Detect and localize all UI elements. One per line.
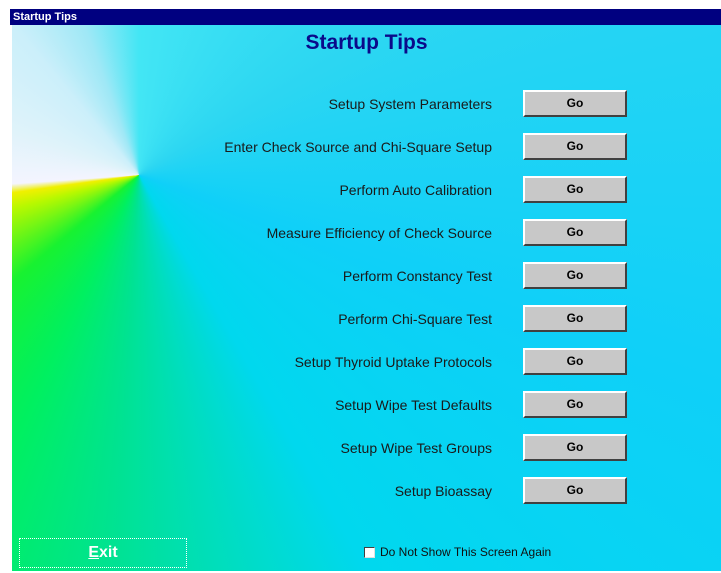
exit-button[interactable]: Exit (19, 538, 187, 568)
tip-label-thyroid-uptake: Setup Thyroid Uptake Protocols (294, 354, 492, 370)
go-button-thyroid-uptake[interactable]: Go (523, 348, 627, 375)
go-button-wipe-test-groups[interactable]: Go (523, 434, 627, 461)
tip-label-system-parameters: Setup System Parameters (328, 96, 492, 112)
window-title: Startup Tips (10, 9, 721, 25)
go-button-constancy-test[interactable]: Go (523, 262, 627, 289)
go-button-bioassay[interactable]: Go (523, 477, 627, 504)
dont-show-again-checkbox[interactable] (364, 546, 375, 558)
tip-label-bioassay: Setup Bioassay (394, 483, 492, 499)
startup-tips-window: Startup Tips Startup Tips Setup System P… (10, 0, 721, 573)
tip-label-constancy-test: Perform Constancy Test (342, 268, 492, 284)
go-button-measure-efficiency[interactable]: Go (523, 219, 627, 246)
tip-label-wipe-test-groups: Setup Wipe Test Groups (340, 440, 492, 456)
tip-label-wipe-test-defaults: Setup Wipe Test Defaults (335, 397, 492, 413)
go-button-system-parameters[interactable]: Go (523, 90, 627, 117)
tip-label-auto-calibration: Perform Auto Calibration (339, 182, 492, 198)
page-title: Startup Tips (305, 31, 428, 54)
dont-show-again-label: Do Not Show This Screen Again (380, 545, 552, 559)
go-button-chi-square-test[interactable]: Go (523, 305, 627, 332)
go-button-auto-calibration[interactable]: Go (523, 176, 627, 203)
go-button-check-source-chi-square[interactable]: Go (523, 133, 627, 160)
tip-label-measure-efficiency: Measure Efficiency of Check Source (266, 225, 492, 241)
tip-label-check-source-chi-square: Enter Check Source and Chi-Square Setup (224, 139, 492, 155)
tip-label-chi-square-test: Perform Chi-Square Test (338, 311, 492, 327)
go-button-wipe-test-defaults[interactable]: Go (523, 391, 627, 418)
exit-label: xit (99, 544, 118, 561)
exit-hotkey: E (88, 544, 99, 561)
tips-panel: Startup Tips Setup System Parameters Go … (12, 25, 721, 571)
dont-show-again-option[interactable]: Do Not Show This Screen Again (364, 544, 551, 560)
